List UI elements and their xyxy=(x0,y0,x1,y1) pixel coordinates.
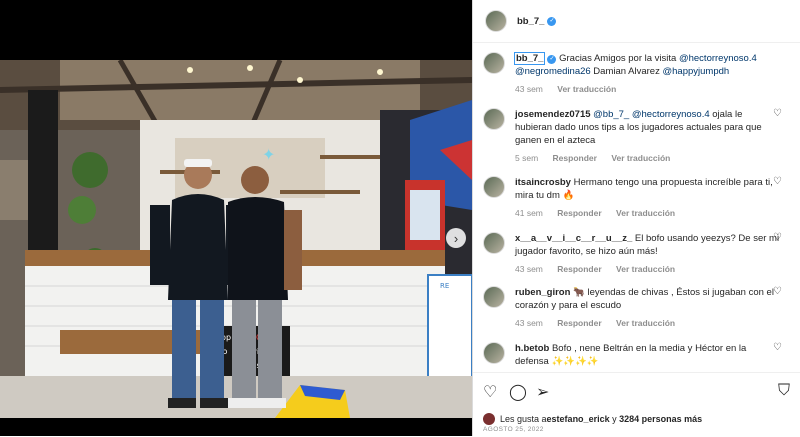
post-date: AGOSTO 25, 2022 xyxy=(483,426,544,433)
likes-summary: Les gusta a estefano_erick y 3284 person… xyxy=(483,413,702,425)
post-photo-pane: ✦ NO o olvida RE › xyxy=(0,0,472,436)
verified-badge-icon: ✓ xyxy=(547,16,557,26)
translate-link[interactable]: Ver traducción xyxy=(611,153,670,163)
translate-link[interactable]: Ver traducción xyxy=(616,264,675,274)
post-photo[interactable]: ✦ NO o olvida RE xyxy=(0,60,472,418)
comment-item: ruben_giron 🐂 leyendas de chivas , Éstos… xyxy=(483,286,788,328)
comment-text: Bofo , nene Beltrán en la media y Héctor… xyxy=(515,343,747,367)
caption: bb_7_ ✓ Gracias Amigos por la visita @hec… xyxy=(483,52,788,94)
caption-avatar[interactable] xyxy=(483,52,505,74)
comment-item: josemendez0715 @bb_7_ @hectorreynoso.4 o… xyxy=(483,108,788,163)
liker-avatar xyxy=(483,413,495,425)
comment-username[interactable]: josemendez0715 xyxy=(515,109,591,120)
comment-username[interactable]: x__a__v__i__c__r__u__z_ xyxy=(515,233,632,244)
comment-item: itsaincrosby Hermano tengo una propuesta… xyxy=(483,176,788,218)
caption-username[interactable]: bb_7_ xyxy=(513,52,546,65)
chevron-right-icon: › xyxy=(453,230,459,246)
comment-time: 5 sem xyxy=(515,153,539,163)
comment-time: 41 sem xyxy=(515,208,543,218)
caption-time: 43 sem xyxy=(515,84,543,94)
likes-prefix: Les gusta a xyxy=(500,414,547,424)
likes-middle: y xyxy=(609,414,620,424)
caption-meta: 43 sem Ver traducción xyxy=(515,84,780,94)
comment-icon[interactable]: ◯ xyxy=(509,382,527,402)
reply-link[interactable]: Responder xyxy=(557,318,601,328)
comment-avatar[interactable] xyxy=(483,286,505,308)
photo-illustration: ✦ NO o olvida RE xyxy=(0,60,472,418)
comment-avatar[interactable] xyxy=(483,108,505,130)
comment-item: x__a__v__i__c__r__u__z_ El bofo usando y… xyxy=(483,232,788,274)
comment-username[interactable]: h.betob xyxy=(515,343,549,354)
menu-poster-title: RE xyxy=(440,282,449,290)
likes-count[interactable]: 3284 personas más xyxy=(619,414,702,424)
mention-negromedina[interactable]: @negromedina26 xyxy=(515,66,591,77)
comment-like-heart-icon[interactable]: ♡ xyxy=(773,232,782,243)
post-side-panel: bb_7_ ✓ bb_7_ ✓ Gracias Amigos por la vis… xyxy=(473,0,800,436)
mention-happyjumpdh[interactable]: @happyjumpdh xyxy=(662,66,729,77)
reply-link[interactable]: Responder xyxy=(557,264,601,274)
svg-text:✦: ✦ xyxy=(262,145,275,164)
comment-avatar[interactable] xyxy=(483,232,505,254)
bookmark-icon[interactable]: ⛉ xyxy=(778,382,790,400)
comment-time: 43 sem xyxy=(515,318,543,328)
comment-time: 43 sem xyxy=(515,264,543,274)
comment-like-heart-icon[interactable]: ♡ xyxy=(773,286,782,297)
reply-link[interactable]: Responder xyxy=(557,208,601,218)
caption-text-1: Gracias Amigos por la visita xyxy=(559,53,679,64)
caption-text-2: Damian Alvarez xyxy=(590,66,663,77)
comment-mention[interactable]: @bb_7_ @hectorreynoso.4 xyxy=(593,109,709,120)
next-photo-button[interactable]: › xyxy=(446,228,466,248)
caption-translate-link[interactable]: Ver traducción xyxy=(557,84,616,94)
author-username[interactable]: bb_7_ xyxy=(517,16,544,27)
mention-hectorreynoso[interactable]: @hectorreynoso.4 xyxy=(679,53,757,64)
comment-like-heart-icon[interactable]: ♡ xyxy=(773,176,782,187)
share-icon[interactable]: ➢ xyxy=(536,382,549,402)
comment-like-heart-icon[interactable]: ♡ xyxy=(773,342,782,353)
author-avatar[interactable] xyxy=(485,10,507,32)
comment-username[interactable]: ruben_giron xyxy=(515,287,570,298)
caption-verified-icon: ✓ xyxy=(547,55,557,64)
comment-avatar[interactable] xyxy=(483,176,505,198)
comment-like-heart-icon[interactable]: ♡ xyxy=(773,108,782,119)
heart-icon[interactable]: ♡ xyxy=(483,382,497,402)
comment-item: h.betob Bofo , nene Beltrán en la media … xyxy=(483,342,788,368)
post-action-bar: ♡ ◯ ➢ ⛉ Les gusta a estefano_erick y 328… xyxy=(473,372,800,437)
reply-link[interactable]: Responder xyxy=(553,153,597,163)
translate-link[interactable]: Ver traducción xyxy=(616,208,675,218)
post-header: bb_7_ ✓ xyxy=(473,0,800,43)
translate-link[interactable]: Ver traducción xyxy=(616,318,675,328)
comment-avatar[interactable] xyxy=(483,342,505,364)
comment-username[interactable]: itsaincrosby xyxy=(515,177,571,188)
liker-username[interactable]: estefano_erick xyxy=(547,414,610,424)
